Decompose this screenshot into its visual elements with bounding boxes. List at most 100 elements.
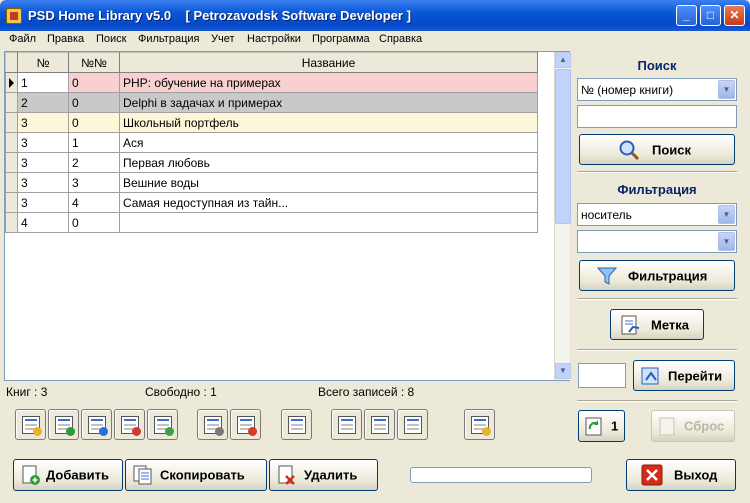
menu-program[interactable]: Программа	[312, 33, 370, 45]
row-indicator[interactable]	[5, 152, 18, 173]
close-button[interactable]: ✕	[724, 5, 745, 26]
cell-number[interactable]: 3	[17, 132, 69, 153]
cell-number[interactable]: 3	[17, 152, 69, 173]
separator	[577, 298, 737, 300]
menu-settings[interactable]: Настройки	[247, 33, 301, 45]
mark-button-label: Метка	[651, 317, 689, 332]
edit-record-button[interactable]	[81, 409, 112, 440]
row-indicator[interactable]	[5, 172, 18, 193]
chevron-down-icon[interactable]: ▼	[718, 80, 735, 99]
cell-subnumber[interactable]: 1	[68, 132, 120, 153]
new-record-button[interactable]	[114, 409, 145, 440]
menu-help[interactable]: Справка	[379, 33, 422, 45]
open-book-button[interactable]	[15, 409, 46, 440]
report-button[interactable]	[464, 409, 495, 440]
cell-title[interactable]: Ася	[119, 132, 538, 153]
table-row[interactable]: 3 4 Самая недоступная из тайн...	[5, 192, 538, 213]
search-field-select[interactable]: № (номер книги) ▼	[577, 78, 737, 101]
column-header-number[interactable]: №	[17, 52, 69, 73]
cell-number[interactable]: 2	[17, 92, 69, 113]
filter-value-select[interactable]: ▼	[577, 230, 737, 253]
mark-document-icon	[621, 315, 640, 334]
folder-badge-icon	[33, 427, 42, 436]
grid-green-icon	[338, 416, 356, 434]
table-row[interactable]: 1 0 PHP: обучение на примерах	[5, 72, 538, 93]
copy-button[interactable]: Скопировать	[125, 459, 267, 491]
column-header-subnumber[interactable]: №№	[68, 52, 120, 73]
export-button[interactable]	[147, 409, 178, 440]
cell-number[interactable]: 3	[17, 112, 69, 133]
filter-field-select[interactable]: носитель ▼	[577, 203, 737, 226]
exit-button[interactable]: Выход	[626, 459, 736, 491]
search-button[interactable]: Поиск	[579, 134, 735, 165]
menu-accounting[interactable]: Учет	[211, 33, 235, 45]
row-indicator[interactable]	[5, 112, 18, 133]
scroll-up-icon[interactable]: ▲	[555, 52, 571, 68]
cell-number[interactable]: 1	[17, 72, 69, 93]
menu-file[interactable]: Файл	[9, 33, 36, 45]
row-indicator[interactable]	[5, 92, 18, 113]
scroll-down-icon[interactable]: ▼	[555, 363, 571, 379]
row-indicator[interactable]	[5, 132, 18, 153]
cell-subnumber[interactable]: 4	[68, 192, 120, 213]
cell-number[interactable]: 4	[17, 212, 69, 233]
cell-title[interactable]: Самая недоступная из тайн...	[119, 192, 538, 213]
books-grid[interactable]: № №№ Название 1 0 PHP: обучение на примера…	[4, 51, 571, 381]
column-header-title[interactable]: Название	[119, 52, 538, 73]
scroll-thumb[interactable]	[555, 69, 571, 224]
cell-title[interactable]: Первая любовь	[119, 152, 538, 173]
reset-icon	[659, 417, 675, 436]
separator	[577, 400, 737, 402]
search-input[interactable]	[577, 105, 737, 128]
cell-subnumber[interactable]: 3	[68, 172, 120, 193]
layout-one-button[interactable]	[331, 409, 362, 440]
menu-filter[interactable]: Фильтрация	[138, 33, 199, 45]
row-indicator[interactable]	[5, 212, 18, 233]
goto-button[interactable]: Перейти	[633, 360, 735, 391]
menu-search[interactable]: Поиск	[96, 33, 126, 45]
cell-title[interactable]	[119, 212, 538, 233]
cell-subnumber[interactable]: 0	[68, 112, 120, 133]
cell-subnumber[interactable]: 0	[68, 72, 120, 93]
menu-edit[interactable]: Правка	[47, 33, 84, 45]
print-button[interactable]	[197, 409, 228, 440]
table-row[interactable]: 3 0 Школьный портфель	[5, 112, 538, 133]
cell-subnumber[interactable]: 0	[68, 212, 120, 233]
cell-subnumber[interactable]: 0	[68, 92, 120, 113]
goto-button-label: Перейти	[668, 368, 723, 383]
grid-vertical-scrollbar[interactable]: ▲ ▼	[554, 52, 571, 380]
layout-two-button[interactable]	[364, 409, 395, 440]
row-indicator[interactable]	[5, 192, 18, 213]
table-row[interactable]: 3 2 Первая любовь	[5, 152, 538, 173]
table-row[interactable]: 3 3 Вешние воды	[5, 172, 538, 193]
table-row[interactable]: 2 0 Delphi в задачах и примерах	[5, 92, 538, 113]
cell-title[interactable]: Вешние воды	[119, 172, 538, 193]
star-badge-icon	[132, 427, 141, 436]
cell-subnumber[interactable]: 2	[68, 152, 120, 173]
chevron-down-icon[interactable]: ▼	[718, 232, 735, 251]
chevron-down-icon[interactable]: ▼	[718, 205, 735, 224]
grid-view-button[interactable]	[281, 409, 312, 440]
cell-title[interactable]: Delphi в задачах и примерах	[119, 92, 538, 113]
minimize-button[interactable]: _	[676, 5, 697, 26]
delete-document-icon	[278, 465, 295, 485]
cell-number[interactable]: 3	[17, 172, 69, 193]
layout-three-button[interactable]	[397, 409, 428, 440]
maximize-button[interactable]: □	[700, 5, 721, 26]
move-record-button[interactable]	[48, 409, 79, 440]
filter-button[interactable]: Фильтрация	[579, 260, 735, 291]
grid-blue-icon	[371, 416, 389, 434]
add-button[interactable]: Добавить	[13, 459, 123, 491]
goto-input[interactable]	[578, 363, 626, 388]
table-row[interactable]: 3 1 Ася	[5, 132, 538, 153]
mark-button[interactable]: Метка	[610, 309, 704, 340]
cell-number[interactable]: 3	[17, 192, 69, 213]
print-preview-button[interactable]	[230, 409, 261, 440]
cell-title[interactable]: Школьный портфель	[119, 112, 538, 133]
table-row[interactable]: 40	[5, 212, 538, 233]
refresh-counter-button[interactable]: 1	[578, 410, 625, 442]
cell-title[interactable]: PHP: обучение на примерах	[119, 72, 538, 93]
row-indicator[interactable]	[5, 72, 18, 93]
reset-button[interactable]: Сброс	[651, 410, 735, 442]
delete-button[interactable]: Удалить	[269, 459, 378, 491]
